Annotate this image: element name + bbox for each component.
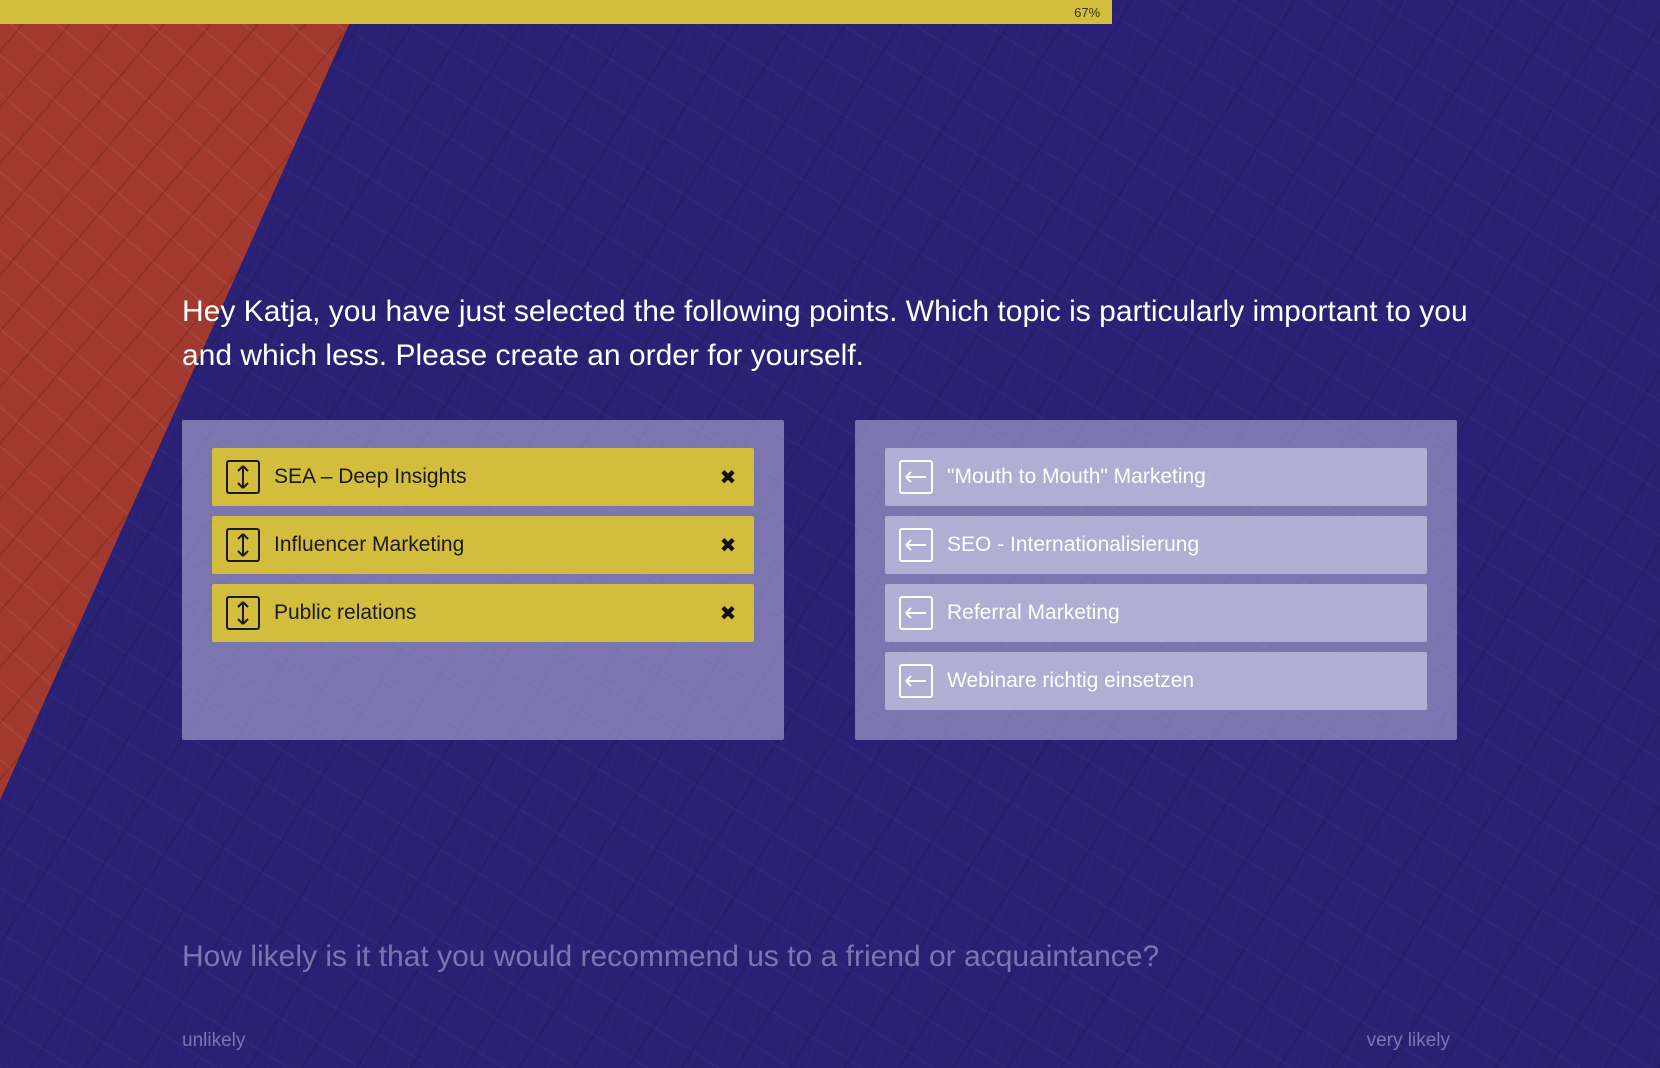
progress-bar-fill: 67% — [0, 0, 1113, 24]
updown-arrow-icon[interactable] — [226, 528, 260, 562]
ranked-item-label: Public relations — [274, 601, 417, 624]
progress-percent-label: 67% — [1074, 5, 1101, 20]
next-question-text: How likely is it that you would recommen… — [182, 940, 1160, 973]
ranked-item-label: Influencer Marketing — [274, 533, 465, 556]
updown-arrow-icon[interactable] — [226, 460, 260, 494]
available-item-1[interactable]: "Mouth to Mouth" Marketing — [885, 448, 1427, 506]
close-x-icon[interactable]: ✖ — [716, 533, 740, 557]
progress-bar: 67% — [0, 0, 1660, 24]
available-item-label: Referral Marketing — [947, 601, 1120, 624]
available-item-label: SEO - Internationalisierung — [947, 533, 1200, 556]
scale-max-label: very likely — [1366, 1030, 1450, 1051]
left-arrow-icon[interactable] — [899, 528, 933, 562]
left-arrow-icon[interactable] — [899, 664, 933, 698]
available-item-label: Webinare richtig einsetzen — [947, 669, 1195, 692]
available-item-4[interactable]: Webinare richtig einsetzen — [885, 652, 1427, 710]
updown-arrow-icon[interactable] — [226, 596, 260, 630]
available-options-panel: "Mouth to Mouth" Marketing SEO - Interna… — [855, 420, 1457, 740]
available-item-label: "Mouth to Mouth" Marketing — [947, 465, 1206, 488]
ranked-item-label: SEA – Deep Insights — [274, 465, 467, 488]
ranked-item-3[interactable]: Public relations ✖ — [212, 584, 754, 642]
left-arrow-icon[interactable] — [899, 596, 933, 630]
ranked-list-panel: SEA – Deep Insights ✖ Influencer Marketi… — [182, 420, 784, 740]
close-x-icon[interactable]: ✖ — [716, 601, 740, 625]
available-item-3[interactable]: Referral Marketing — [885, 584, 1427, 642]
available-item-2[interactable]: SEO - Internationalisierung — [885, 516, 1427, 574]
ranking-question-text: Hey Katja, you have just selected the fo… — [182, 295, 1468, 372]
ranked-item-2[interactable]: Influencer Marketing ✖ — [212, 516, 754, 574]
ranked-item-1[interactable]: SEA – Deep Insights ✖ — [212, 448, 754, 506]
survey-page: 67% Hey Katja, you have just selected th… — [0, 0, 1660, 1068]
left-arrow-icon[interactable] — [899, 460, 933, 494]
close-x-icon[interactable]: ✖ — [716, 465, 740, 489]
scale-min-label: unlikely — [182, 1030, 246, 1051]
